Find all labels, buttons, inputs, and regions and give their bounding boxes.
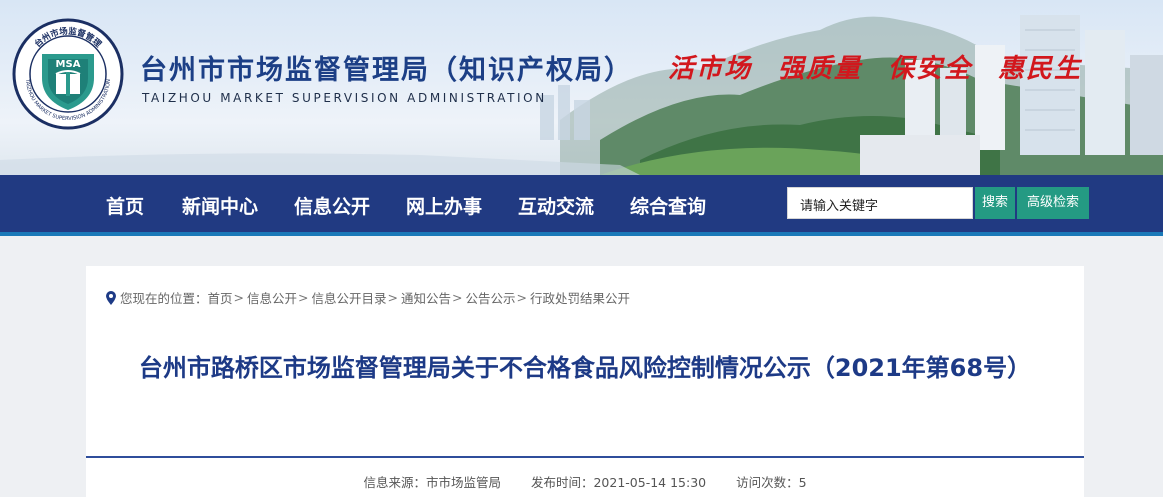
msa-logo: 台州市场监督管理 TAIZHOU MARKET SUPERVISION ADMI… [12,18,124,130]
nav-online-services[interactable]: 网上办事 [406,192,482,219]
location-pin-icon [106,290,116,305]
article-source: 信息来源：市市场监管局 [363,475,501,490]
slogan-item: 惠民生 [998,54,1083,84]
visits-value: 5 [798,475,807,490]
breadcrumb-penalty-results[interactable]: 行政处罚结果公开 [530,288,630,307]
breadcrumb-info-catalog[interactable]: 信息公开目录 [312,288,387,307]
logo-abbr: MSA [55,59,81,70]
breadcrumb-separator: > [452,290,463,305]
slogan-item: 活市场 [668,54,753,84]
date-label: 发布时间： [530,475,594,490]
article-meta: 信息来源：市市场监管局 发布时间：2021-05-14 15:30 访问次数：5 [86,472,1084,491]
search-button[interactable]: 搜索 [975,187,1015,219]
city-landscape-illustration [0,15,1163,175]
breadcrumb-info-disclosure[interactable]: 信息公开 [247,288,297,307]
nav-info-disclosure[interactable]: 信息公开 [294,192,370,219]
article-title: 台州市路桥区市场监督管理局关于不合格食品风险控制情况公示（2021年第68号） [138,354,1032,382]
nav-interaction[interactable]: 互动交流 [518,192,594,219]
date-value: 2021-05-14 15:30 [593,475,707,490]
search-input[interactable]: 请输入关键字 [787,187,973,219]
source-value: 市市场监管局 [425,475,501,490]
breadcrumb-separator: > [387,290,399,305]
nav-news-center[interactable]: 新闻中心 [182,192,258,219]
nav-underline [0,232,1163,236]
title-divider [86,456,1084,458]
article-card: 您现在的位置： 首页 > 信息公开 > 信息公开目录 > 通知公告 > 公告公示… [86,266,1084,497]
slogan: 活市场 强质量 保安全 惠民生 [668,48,1082,85]
breadcrumb-announcements[interactable]: 公告公示 [466,288,516,307]
breadcrumb-notices[interactable]: 通知公告 [401,288,451,307]
slogan-item: 保安全 [888,54,973,84]
nav-comprehensive-query[interactable]: 综合查询 [630,192,706,219]
nav-home[interactable]: 首页 [106,192,144,219]
breadcrumb-prefix: 您现在的位置： [120,291,208,306]
main-nav: 首页 新闻中心 信息公开 网上办事 互动交流 综合查询 请输入关键字 搜索 高级… [0,175,1163,232]
advanced-search-button[interactable]: 高级检索 [1017,187,1089,219]
breadcrumb: 您现在的位置： 首页 > 信息公开 > 信息公开目录 > 通知公告 > 公告公示… [106,288,630,307]
source-label: 信息来源： [363,475,426,490]
site-title: 台州市市场监督管理局（知识产权局） [140,55,633,86]
site-subtitle: TAIZHOU MARKET SUPERVISION ADMINISTRATIO… [142,91,547,105]
visits-label: 访问次数： [736,475,799,490]
slogan-item: 强质量 [778,54,863,84]
article-date: 发布时间：2021-05-14 15:30 [531,475,706,490]
header-banner: 台州市场监督管理 TAIZHOU MARKET SUPERVISION ADMI… [0,0,1163,175]
article-visits: 访问次数：5 [736,475,806,490]
breadcrumb-separator: > [298,290,309,305]
breadcrumb-separator: > [233,290,245,305]
breadcrumb-separator: > [516,290,528,305]
breadcrumb-home[interactable]: 首页 [208,288,233,307]
